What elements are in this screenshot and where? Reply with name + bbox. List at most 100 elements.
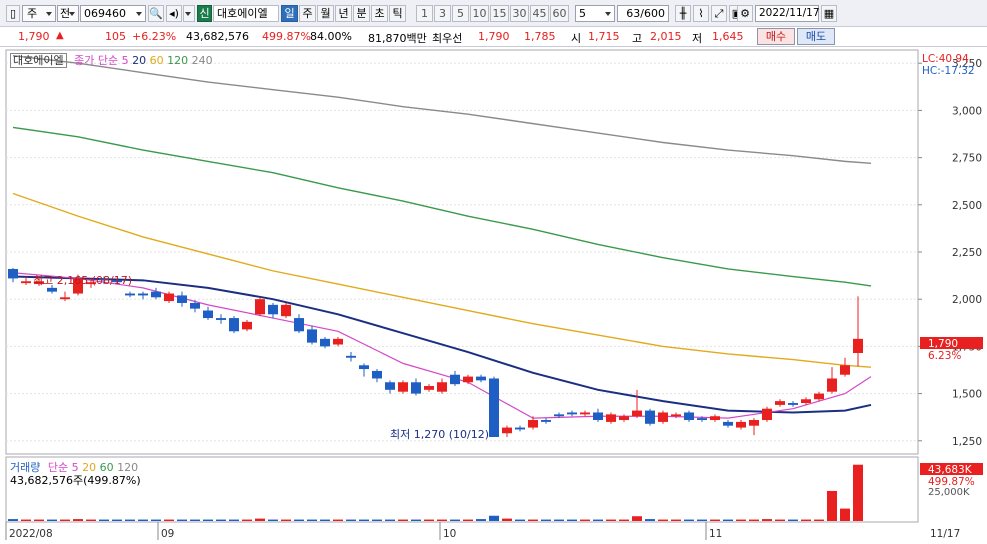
period-tab[interactable]: 틱 [389,5,406,22]
calendar-icon[interactable]: ▦ [821,5,837,22]
volume-bar [151,519,161,521]
date-input[interactable]: 2022/11/17 [755,5,820,22]
indicator-icon[interactable]: ⌇ [693,5,709,22]
candle-body [138,293,148,296]
period-tab[interactable]: 년 [335,5,352,22]
y-tick-label: 1,250 [952,436,982,448]
interval-select[interactable]: 5 [575,5,615,22]
buy-button[interactable]: 매수 [757,28,795,45]
minute-tab[interactable]: 3 [434,5,451,22]
volume-bar [450,519,460,521]
period-tab[interactable]: 분 [353,5,370,22]
candle-body [515,427,525,430]
minute-tab[interactable]: 45 [530,5,549,22]
trade-amount: 81,870백만 [368,32,427,45]
best-quote-label: 최우선 [432,32,463,45]
volume-bar [268,519,278,521]
minute-tab[interactable]: 5 [452,5,469,22]
volume-bar [320,519,330,521]
ma20-legend: 20 [132,54,147,67]
chart-area[interactable]: 1,2501,5001,7502,0002,2502,5002,7503,000… [0,48,987,541]
scope-select-label: 전 [60,7,71,20]
volume-bar [554,519,564,521]
volume-bar [398,519,408,521]
candle-body [320,338,330,347]
candle-body [307,329,317,343]
volume-bar [476,519,486,521]
stock-name-field: 대호에이엘 [213,5,279,22]
candle-body [502,427,512,434]
candle-body [424,386,434,390]
last-volume-label: 43,683K [928,464,973,476]
minute-tab[interactable]: 60 [550,5,569,22]
candle-body [580,412,590,415]
sell-button[interactable]: 매도 [797,28,835,45]
scope-select[interactable]: 전 [57,5,79,22]
minute-tab[interactable]: 15 [490,5,509,22]
data-count-field[interactable]: 63/600 [617,5,669,22]
ma5-legend: 5 [121,54,129,67]
volume-bar [671,519,681,521]
candle-body [255,299,265,315]
lc-value: LC:40.94 [922,53,969,65]
minute-tab[interactable]: 10 [470,5,489,22]
candle-body [294,318,304,332]
candle-body [593,412,603,421]
candle-body [827,378,837,392]
period-tab[interactable]: 초 [371,5,388,22]
volume-bar [801,519,811,521]
stock-name-tag: 대호에이엘 [10,53,67,68]
candle-body [164,293,174,302]
candle-body [385,382,395,390]
y-tick-label: 2,750 [952,153,982,165]
hc-value: HC:-17.32 [922,65,975,77]
volume-bar [411,519,421,521]
minute-tab[interactable]: 1 [416,5,433,22]
candle-body [723,421,733,426]
candle-type-icon[interactable]: ╫ [675,5,691,22]
candle-body [606,414,616,422]
search-icon[interactable]: 🔍 [148,5,164,22]
volume-bar [73,519,83,521]
ma120-legend: 120 [167,54,189,67]
volume-bar [567,519,577,521]
candle-body [814,393,824,400]
candle-body [8,268,18,279]
period-tab[interactable]: 일 [281,5,298,22]
volume-bar [281,519,291,521]
x-tick-label: 10 [443,528,456,540]
minute-tab[interactable]: 30 [510,5,529,22]
volume-bar [528,519,538,521]
candle-body [684,412,694,421]
period-tab[interactable]: 주 [299,5,316,22]
volume-bar [632,516,642,521]
stock-code-input[interactable]: 069460 [80,5,146,22]
speaker-icon[interactable]: ◂) [166,5,182,22]
volume-bar [645,519,655,521]
last-price-pct: 6.23% [928,350,961,362]
candle-body [60,297,70,300]
volume-bar [424,519,434,521]
candle-body [762,408,772,421]
settings-icon[interactable]: ⚙ [737,5,753,22]
interval-value: 5 [579,7,586,20]
chart-canvas[interactable]: 1,2501,5001,7502,0002,2502,5002,7503,000… [0,48,987,541]
candle-body [190,302,200,309]
market-select[interactable]: 주 [22,5,56,22]
candle-body [801,399,811,404]
window-menu-icon[interactable]: ▯ [6,5,20,22]
new-listing-badge: 신 [197,5,212,22]
high-label: 고 [632,32,643,45]
volume-bar [710,519,720,521]
candle-body [281,304,291,317]
candle-body [437,382,447,392]
up-arrow-icon: ▲ [56,30,64,41]
candle-body [736,421,746,428]
y-tick-label: 1,500 [952,389,982,401]
volume-bar [723,519,733,521]
x-axis-right-label: 11/17 [930,528,960,540]
period-tab[interactable]: 월 [317,5,334,22]
speaker-dropdown-icon[interactable] [183,5,195,22]
volume-bar [138,519,148,521]
draw-tool-icon[interactable]: ⤢ [711,5,727,22]
